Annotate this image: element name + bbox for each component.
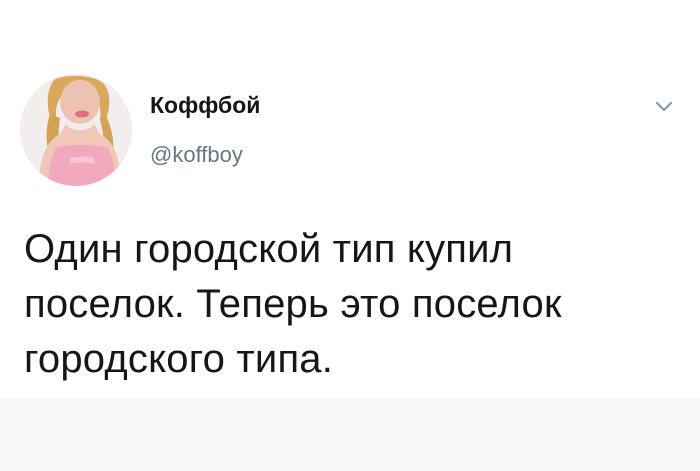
tweet-text-line-1: Один городской тип купил: [24, 227, 514, 271]
chevron-down-icon[interactable]: [654, 100, 674, 114]
author-avatar[interactable]: [20, 74, 132, 186]
avatar-image: [20, 74, 132, 186]
tweet-text-line-3: городского типа.: [24, 337, 334, 381]
tweet-card: Коффбой @koffboy Один городской тип купи…: [0, 0, 700, 471]
tweet-text: Один городской тип купил поселок. Теперь…: [24, 222, 644, 387]
tweet-footer-area: [0, 398, 700, 471]
tweet-text-line-2: поселок. Теперь это поселок: [24, 282, 562, 326]
author-handle[interactable]: @koffboy: [150, 141, 243, 169]
author-display-name[interactable]: Коффбой: [150, 91, 260, 119]
